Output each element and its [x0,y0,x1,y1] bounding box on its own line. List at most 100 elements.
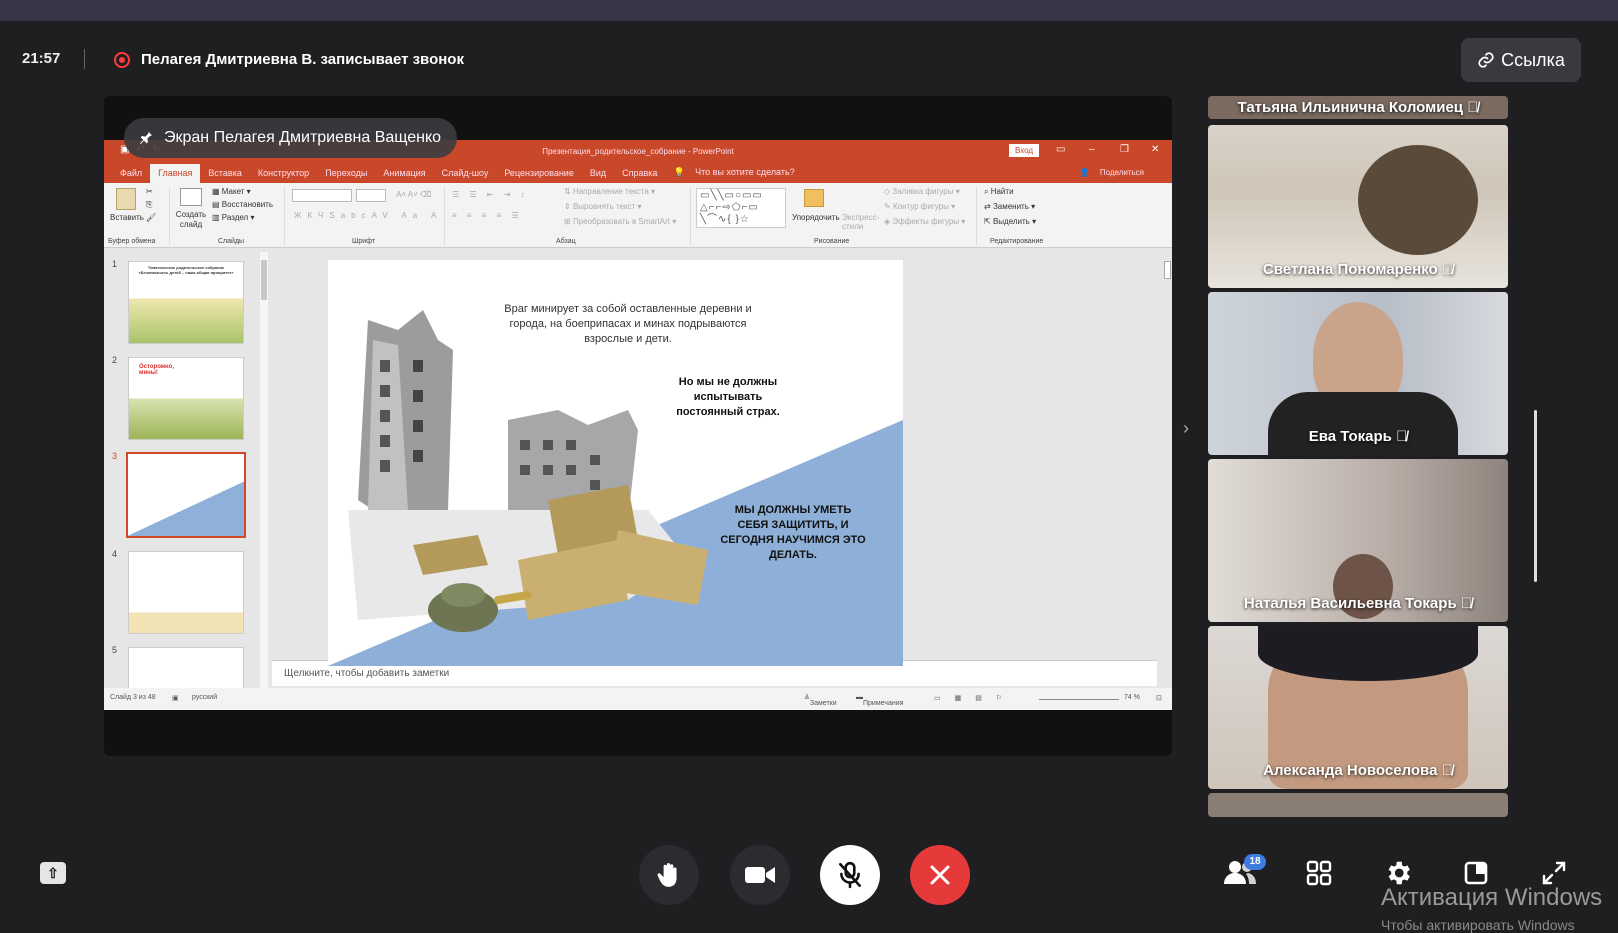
group-editing: Редактирование [990,238,1044,245]
font-grow-icon[interactable]: A˄ A˅ ⌫ [396,190,431,199]
shape-fill-button[interactable]: ◇ Заливка фигуры ▾ [884,187,960,196]
tab-help[interactable]: Справка [614,168,665,183]
copy-icon[interactable]: ⎘ [146,200,152,210]
slide-thumb-1[interactable]: Тематическое родительское собрание «Безо… [128,261,244,344]
paste-icon[interactable] [116,188,136,210]
minimize-icon[interactable]: – [1089,144,1095,155]
participant-tile[interactable]: Александа Новоселова 🎙̸ [1208,626,1508,789]
zoom-slider[interactable] [1039,699,1119,700]
replace-label: Заменить [992,202,1029,211]
shapes-gallery[interactable]: ▭╲╲▭○▭▭ △⌐⌐⇨⬠⌐▭ ╲⌒∿{ }☆ [696,188,786,228]
microphone-toggle-button[interactable] [820,845,880,905]
thumb-1-title: Тематическое родительское собрание «Безо… [138,265,234,275]
ribbon-display-icon[interactable]: ▭ [1056,144,1065,155]
tab-home[interactable]: Главная [150,164,201,183]
font-name-select[interactable] [292,189,352,202]
record-icon [114,52,130,68]
shape-outline-button[interactable]: ✎ Контур фигуры ▾ [884,202,955,211]
camera-button[interactable] [730,845,790,905]
tab-insert[interactable]: Вставка [200,168,249,183]
participant-tile[interactable]: Светлана Пономаренко 🎙̸ [1208,125,1508,288]
slide-text-3: МЫ ДОЛЖНЫ УМЕТЬ СЕБЯ ЗАЩИТИТЬ, И СЕГОДНЯ… [720,504,866,561]
arrange-button[interactable]: Упорядочить [792,213,840,222]
view-mode-icons[interactable]: ▭▦▤⚐ [934,694,1016,702]
copy-link-button[interactable]: Ссылка [1461,38,1581,82]
ppt-signin-button[interactable]: Вход [1009,144,1040,157]
ppt-share-label: Поделиться [1099,168,1144,177]
tab-animation[interactable]: Анимация [375,168,433,183]
find-button[interactable]: ⌕ Найти [984,187,1014,197]
pin-icon[interactable] [138,130,154,146]
tab-transitions[interactable]: Переходы [317,168,375,183]
language-label[interactable]: русский [192,694,217,701]
slide-thumb-3[interactable] [126,452,246,538]
select-button[interactable]: ⇱ Выделить ▾ [984,217,1036,226]
participant-tile[interactable] [1208,793,1508,817]
editor-scroll-thumb[interactable] [1164,261,1171,279]
layout-button[interactable] [1463,860,1489,886]
restore-icon[interactable]: ❐ [1120,144,1129,155]
participant-tile[interactable]: Ева Токарь 🎙̸ [1208,292,1508,455]
slide-thumb-4[interactable] [128,551,244,634]
express-styles-button[interactable]: Экспресс-стили [842,213,879,231]
close-icon[interactable]: ✕ [1151,144,1159,155]
create-slide-button[interactable]: Создать слайд [174,210,208,230]
raise-hand-button[interactable] [639,845,699,905]
restore-button[interactable]: ▤ Восстановить [212,200,273,209]
tab-slideshow[interactable]: Слайд-шоу [434,168,497,183]
shape-effects-button[interactable]: ◈ Эффекты фигуры ▾ [884,217,965,226]
group-paragraph: Абзац [556,238,576,245]
group-font: Шрифт [352,238,376,245]
cut-icon[interactable]: ✂ [146,187,153,196]
expand-panel-chevron-icon[interactable]: › [1183,418,1189,439]
participant-name: Светлана Пономаренко 🎙̸ [1208,261,1508,278]
group-slides: Слайды [218,238,245,245]
font-size-select[interactable] [356,189,386,202]
tab-file[interactable]: Файл [112,168,150,183]
grid-view-button[interactable] [1306,860,1332,886]
spellcheck-icon[interactable]: ▣ [172,694,179,702]
recording-status: Пелагея Дмитриевна В. записывает звонок [141,51,464,68]
fullscreen-button[interactable] [1541,860,1567,886]
zoom-level[interactable]: 74 % [1124,694,1140,701]
thumb-number: 4 [112,549,118,559]
status-comments-button[interactable]: ▬ Примечания [856,694,903,707]
tab-view[interactable]: Вид [582,168,614,183]
ppt-share-button[interactable]: 👤 Поделиться [1072,168,1160,182]
status-comments-label: Примечания [863,700,904,707]
align-text-button[interactable]: ⇕ Выровнять текст ▾ [564,202,642,211]
fit-window-icon[interactable]: ⊡ [1156,694,1162,702]
thumbs-scroll-thumb[interactable] [261,260,267,300]
tell-me-search[interactable]: 💡 Что вы хотите сделать? [665,167,810,183]
format-painter-icon[interactable]: 🖌 [146,213,156,222]
end-call-button[interactable] [910,845,970,905]
tab-design[interactable]: Конструктор [250,168,317,183]
new-slide-icon[interactable] [180,188,202,206]
tab-review[interactable]: Рецензирование [496,168,582,183]
current-slide[interactable]: Враг минирует за собой оставленные дерев… [328,260,903,666]
thumbs-scrollbar[interactable] [260,252,268,688]
participant-tile[interactable]: Наталья Васильевна Токарь 🎙̸ [1208,459,1508,622]
text-direction-button[interactable]: ⇅ Направление текста ▾ [564,187,655,196]
align-icons[interactable]: ≡ ≡ ≡ ≡ ☰ [452,211,523,220]
replace-button[interactable]: ⇄ Заменить ▾ [984,202,1035,211]
font-format-icons[interactable]: ЖКЧSabcAV Aa A [294,211,442,220]
status-notes-button[interactable]: ≜ Заметки [804,694,837,707]
editor-scrollbar[interactable] [1163,253,1172,667]
mic-muted-icon: 🎙̸ [1441,261,1454,278]
layout-button[interactable]: ▦ Макет ▾ [212,187,251,196]
slide-thumb-2[interactable]: Осторожно, мины! [128,357,244,440]
list-icons[interactable]: ☰ ☰ ⇤ ⇥ ↕ [452,190,529,199]
arrange-icon[interactable] [804,189,824,207]
section-button[interactable]: ▥ Раздел ▾ [212,213,254,222]
participants-scrollbar[interactable] [1534,410,1537,582]
slide-thumb-5[interactable] [128,647,244,689]
grid-icon [1306,860,1332,886]
paste-button[interactable]: Вставить [110,213,144,222]
participant-tile[interactable]: Татьяна Ильинична Коломиец 🎙̸ [1208,96,1508,119]
header-separator [84,49,85,69]
share-screen-upload-icon[interactable]: ⇧ [40,862,66,884]
copy-link-label: Ссылка [1501,49,1565,70]
hand-icon [657,863,677,887]
smartart-button[interactable]: ⊞ Преобразовать в SmartArt ▾ [564,217,676,226]
